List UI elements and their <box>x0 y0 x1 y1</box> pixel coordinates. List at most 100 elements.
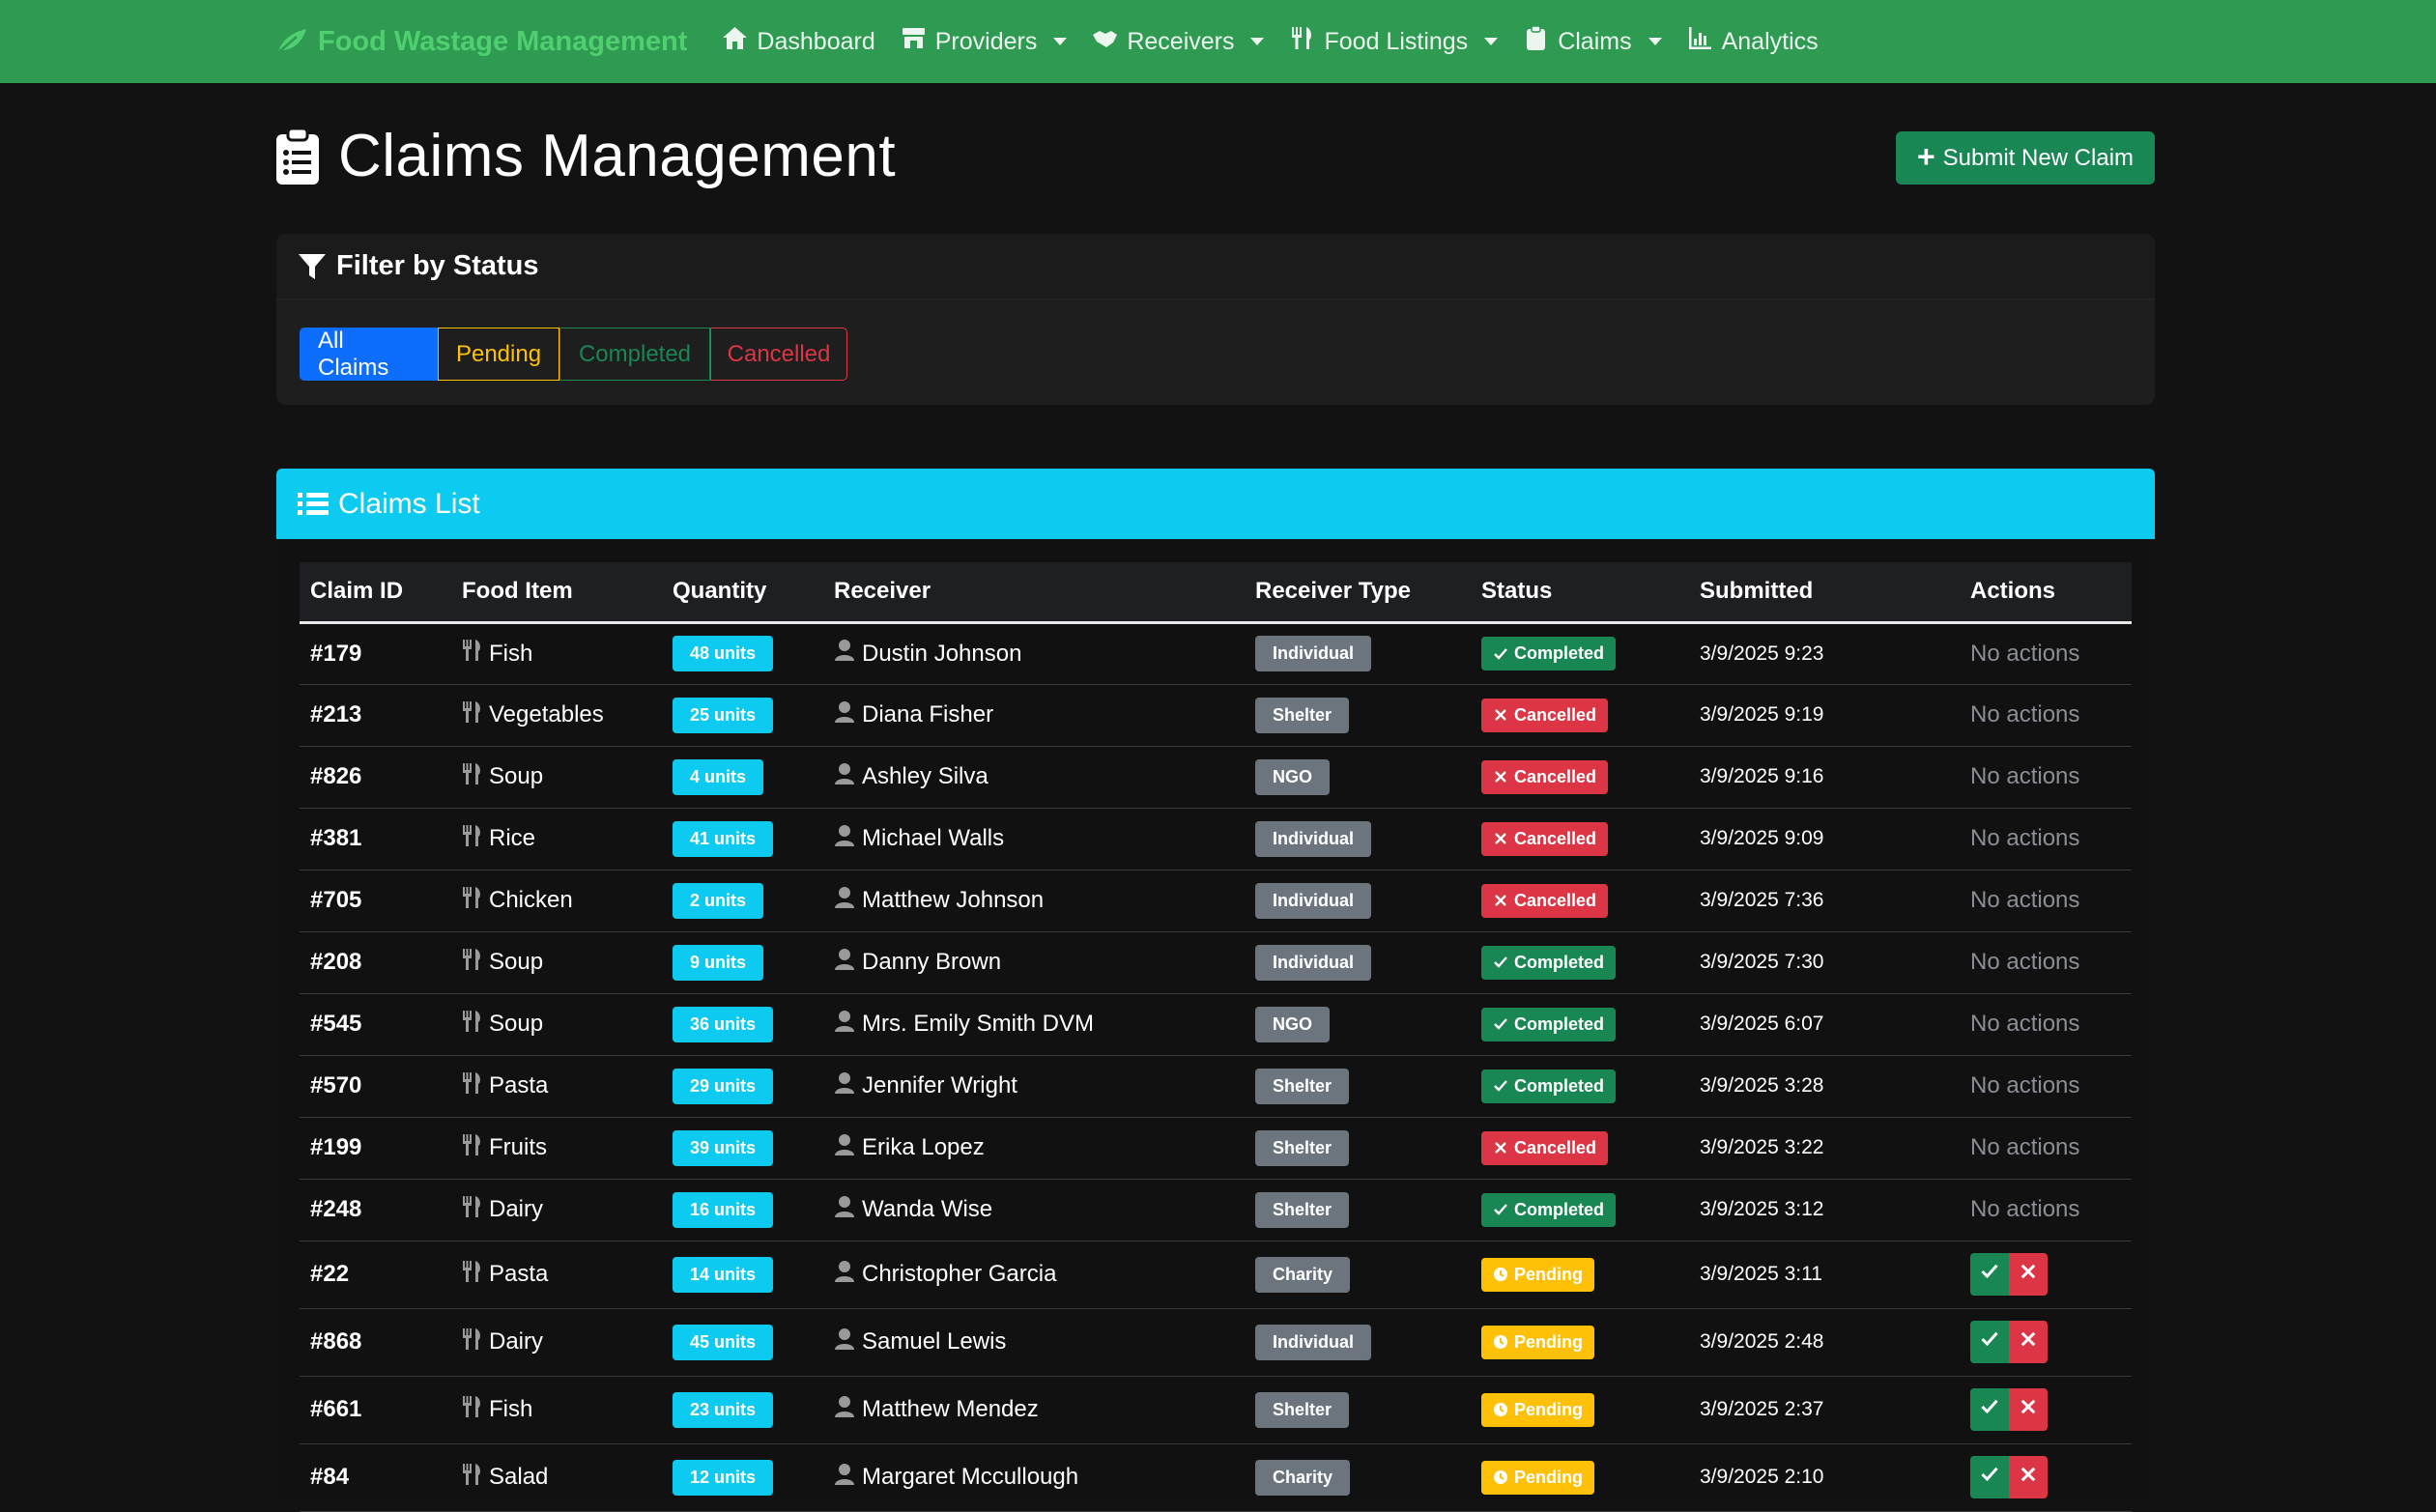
reject-claim-button[interactable] <box>2009 1321 2048 1363</box>
user-icon <box>834 1395 855 1425</box>
claim-id: #248 <box>310 1196 362 1222</box>
clipboard-icon <box>1523 25 1549 58</box>
user-icon <box>834 948 855 978</box>
reject-claim-button[interactable] <box>2009 1253 2048 1296</box>
food-item: Dairy <box>489 1196 544 1222</box>
reject-claim-button[interactable] <box>2009 1388 2048 1431</box>
nav-analytics[interactable]: Analytics <box>1687 25 1819 58</box>
receiver-type-cell: Charity <box>1245 1443 1471 1511</box>
table-row: #248 Dairy 16 units Wanda Wise Shelter Comple… <box>300 1179 2132 1241</box>
food-item: Fruits <box>489 1134 547 1160</box>
filter-cancelled-button[interactable]: Cancelled <box>710 328 847 381</box>
receiver-type-badge: Individual <box>1255 820 1372 857</box>
utensils-icon <box>462 824 483 854</box>
claims-table: Claim ID Food Item Quantity Receiver Rec… <box>300 562 2132 1512</box>
caret-down-icon <box>1053 38 1068 45</box>
column-header[interactable]: Claim ID <box>300 562 451 622</box>
utensils-icon <box>462 1260 483 1290</box>
actions-cell: No actions <box>1960 746 2132 808</box>
claim-id: #199 <box>310 1134 362 1160</box>
quantity-cell: 41 units <box>662 808 823 870</box>
plus-icon: + <box>1916 139 1935 174</box>
quantity-badge: 4 units <box>673 758 764 795</box>
column-header[interactable]: Actions <box>1960 562 2132 622</box>
food-item: Vegetables <box>489 701 604 727</box>
filter-all-claims-button[interactable]: All Claims <box>300 328 438 381</box>
nav-receivers[interactable]: Receivers <box>1092 25 1265 58</box>
status-label: Cancelled <box>1514 828 1597 848</box>
column-header[interactable]: Food Item <box>451 562 662 622</box>
food-item: Soup <box>489 1011 544 1037</box>
x-icon <box>1493 769 1508 785</box>
status-badge: Cancelled <box>1481 759 1609 794</box>
nav-item-label: Analytics <box>1721 27 1819 55</box>
no-actions-text: No actions <box>1970 949 2080 975</box>
receiver-name: Danny Brown <box>862 949 1002 975</box>
claim-id: #570 <box>310 1072 362 1098</box>
actions-cell: No actions <box>1960 1117 2132 1179</box>
status-label: Cancelled <box>1514 766 1597 786</box>
column-header[interactable]: Submitted <box>1689 562 1960 622</box>
receiver-name: Wanda Wise <box>862 1196 993 1222</box>
status-badge: Cancelled <box>1481 883 1609 918</box>
status-label: Completed <box>1514 1075 1605 1096</box>
column-header[interactable]: Receiver <box>823 562 1245 622</box>
nav-claims[interactable]: Claims <box>1523 25 1662 58</box>
claim-id: #208 <box>310 949 362 975</box>
column-header[interactable]: Status <box>1471 562 1689 622</box>
claim-actions <box>1970 1388 2132 1431</box>
quantity-cell: 39 units <box>662 1117 823 1179</box>
status-badge: Cancelled <box>1481 1130 1609 1165</box>
receiver-cell: Margaret Mccullough <box>823 1443 1245 1511</box>
quantity-cell: 9 units <box>662 931 823 993</box>
status-filter-group: All Claims Pending Completed Cancelled <box>300 328 847 381</box>
filter-pending-button[interactable]: Pending <box>438 328 559 381</box>
page-header: Claims Management <box>274 122 896 190</box>
utensils-icon <box>462 1327 483 1357</box>
column-header[interactable]: Receiver Type <box>1245 562 1471 622</box>
table-header-row: Claim ID Food Item Quantity Receiver Rec… <box>300 562 2132 622</box>
quantity-cell: 4 units <box>662 746 823 808</box>
submitted-time: 3/9/2025 3:22 <box>1700 1136 1824 1158</box>
reject-claim-button[interactable] <box>2009 1456 2048 1498</box>
caret-down-icon <box>1648 38 1662 45</box>
user-icon <box>834 1463 855 1493</box>
status-badge: Cancelled <box>1481 698 1609 732</box>
approve-claim-button[interactable] <box>1970 1456 2009 1498</box>
food-item-cell: Fish <box>451 1376 662 1443</box>
column-header[interactable]: Quantity <box>662 562 823 622</box>
status-label: Completed <box>1514 952 1605 972</box>
status-badge: Pending <box>1481 1325 1594 1359</box>
receiver-type-badge: Shelter <box>1255 1129 1350 1166</box>
user-icon <box>834 700 855 730</box>
nav-providers[interactable]: Providers <box>901 25 1068 58</box>
submitted-time: 3/9/2025 9:16 <box>1700 765 1824 787</box>
food-item-cell: Chicken <box>451 870 662 931</box>
approve-claim-button[interactable] <box>1970 1388 2009 1431</box>
actions-cell: No actions <box>1960 684 2132 746</box>
submit-new-claim-button[interactable]: + Submit New Claim <box>1896 131 2155 185</box>
brand-link[interactable]: Food Wastage Management <box>273 26 687 58</box>
receiver-type-cell: Charity <box>1245 1241 1471 1308</box>
nav-dashboard[interactable]: Dashboard <box>722 25 875 58</box>
user-icon <box>834 1327 855 1357</box>
page-title: Claims Management <box>338 123 897 189</box>
status-badge: Pending <box>1481 1257 1594 1292</box>
status-cell: Cancelled <box>1471 870 1689 931</box>
submitted-time: 3/9/2025 9:09 <box>1700 827 1824 849</box>
actions-cell: No actions <box>1960 808 2132 870</box>
submitted-time: 3/9/2025 3:11 <box>1700 1263 1822 1285</box>
no-actions-text: No actions <box>1970 887 2080 913</box>
receiver-cell: Diana Fisher <box>823 684 1245 746</box>
claim-actions <box>1970 1456 2132 1498</box>
status-cell: Pending <box>1471 1376 1689 1443</box>
approve-claim-button[interactable] <box>1970 1321 2009 1363</box>
approve-claim-button[interactable] <box>1970 1253 2009 1296</box>
utensils-icon <box>462 700 483 730</box>
receiver-type-cell: Individual <box>1245 870 1471 931</box>
receiver-cell: Danny Brown <box>823 931 1245 993</box>
no-actions-text: No actions <box>1970 825 2080 851</box>
filter-completed-button[interactable]: Completed <box>559 328 710 381</box>
quantity-badge: 25 units <box>673 697 774 733</box>
nav-food-listings[interactable]: Food Listings <box>1289 25 1499 58</box>
